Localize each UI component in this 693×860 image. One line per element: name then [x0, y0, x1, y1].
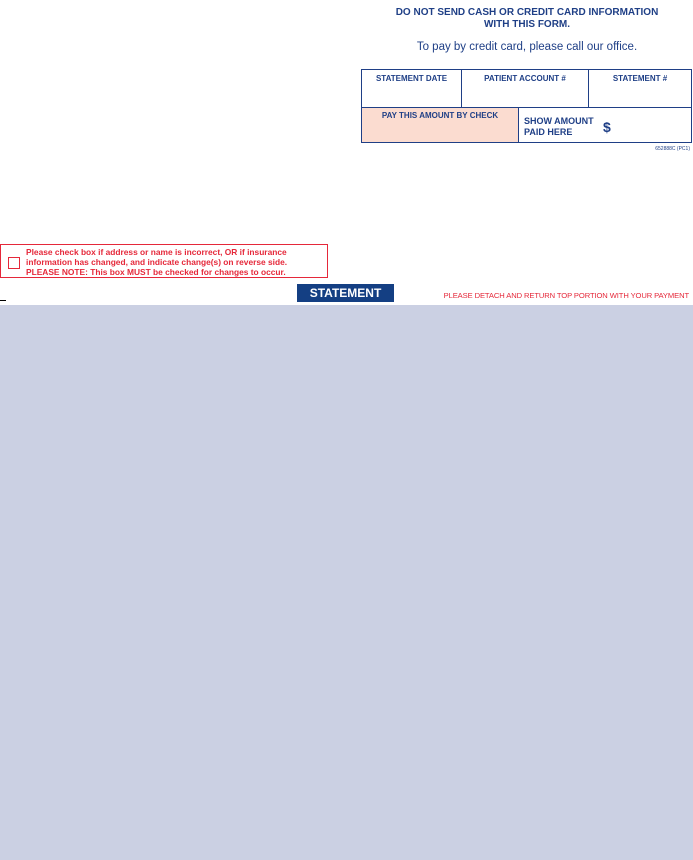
cash-warning-notice: DO NOT SEND CASH OR CREDIT CARD INFORMAT… — [362, 7, 692, 31]
form-code: 652888C (PC1) — [655, 146, 690, 152]
cash-warning-line-1: DO NOT SEND CASH OR CREDIT CARD INFORMAT… — [395, 7, 659, 18]
remittance-table: STATEMENT DATE PATIENT ACCOUNT # STATEME… — [361, 69, 692, 143]
perforation-mark — [0, 300, 6, 301]
amount-paid-label: SHOW AMOUNT PAID HERE — [524, 116, 594, 138]
pay-amount-field: PAY THIS AMOUNT BY CHECK — [362, 108, 519, 142]
amount-paid-label-line-2: PAID HERE — [524, 127, 573, 137]
address-change-checkbox[interactable] — [8, 257, 20, 269]
address-change-line-2: information has changed, and indicate ch… — [26, 257, 288, 267]
detach-instruction: PLEASE DETACH AND RETURN TOP PORTION WIT… — [443, 291, 689, 300]
remittance-header-row: STATEMENT DATE PATIENT ACCOUNT # STATEME… — [362, 70, 691, 108]
dollar-sign: $ — [603, 119, 611, 135]
address-change-line-1: Please check box if address or name is i… — [26, 247, 287, 257]
statement-body-panel — [0, 305, 693, 860]
amount-paid-label-line-1: SHOW AMOUNT — [524, 116, 594, 126]
statement-number-field: STATEMENT # — [612, 74, 668, 83]
amount-paid-field[interactable]: SHOW AMOUNT PAID HERE $ — [519, 108, 691, 142]
address-change-notice: Please check box if address or name is i… — [0, 244, 328, 278]
statement-date-field: STATEMENT DATE — [362, 70, 462, 107]
patient-account-field: PATIENT ACCOUNT # — [462, 70, 589, 107]
address-change-line-3: PLEASE NOTE: This box MUST be checked fo… — [26, 267, 286, 277]
credit-card-instruction: To pay by credit card, please call our o… — [416, 41, 638, 53]
cash-warning-line-2: WITH THIS FORM. — [483, 19, 571, 30]
address-change-text: Please check box if address or name is i… — [26, 247, 287, 277]
statement-badge: STATEMENT — [297, 284, 394, 302]
